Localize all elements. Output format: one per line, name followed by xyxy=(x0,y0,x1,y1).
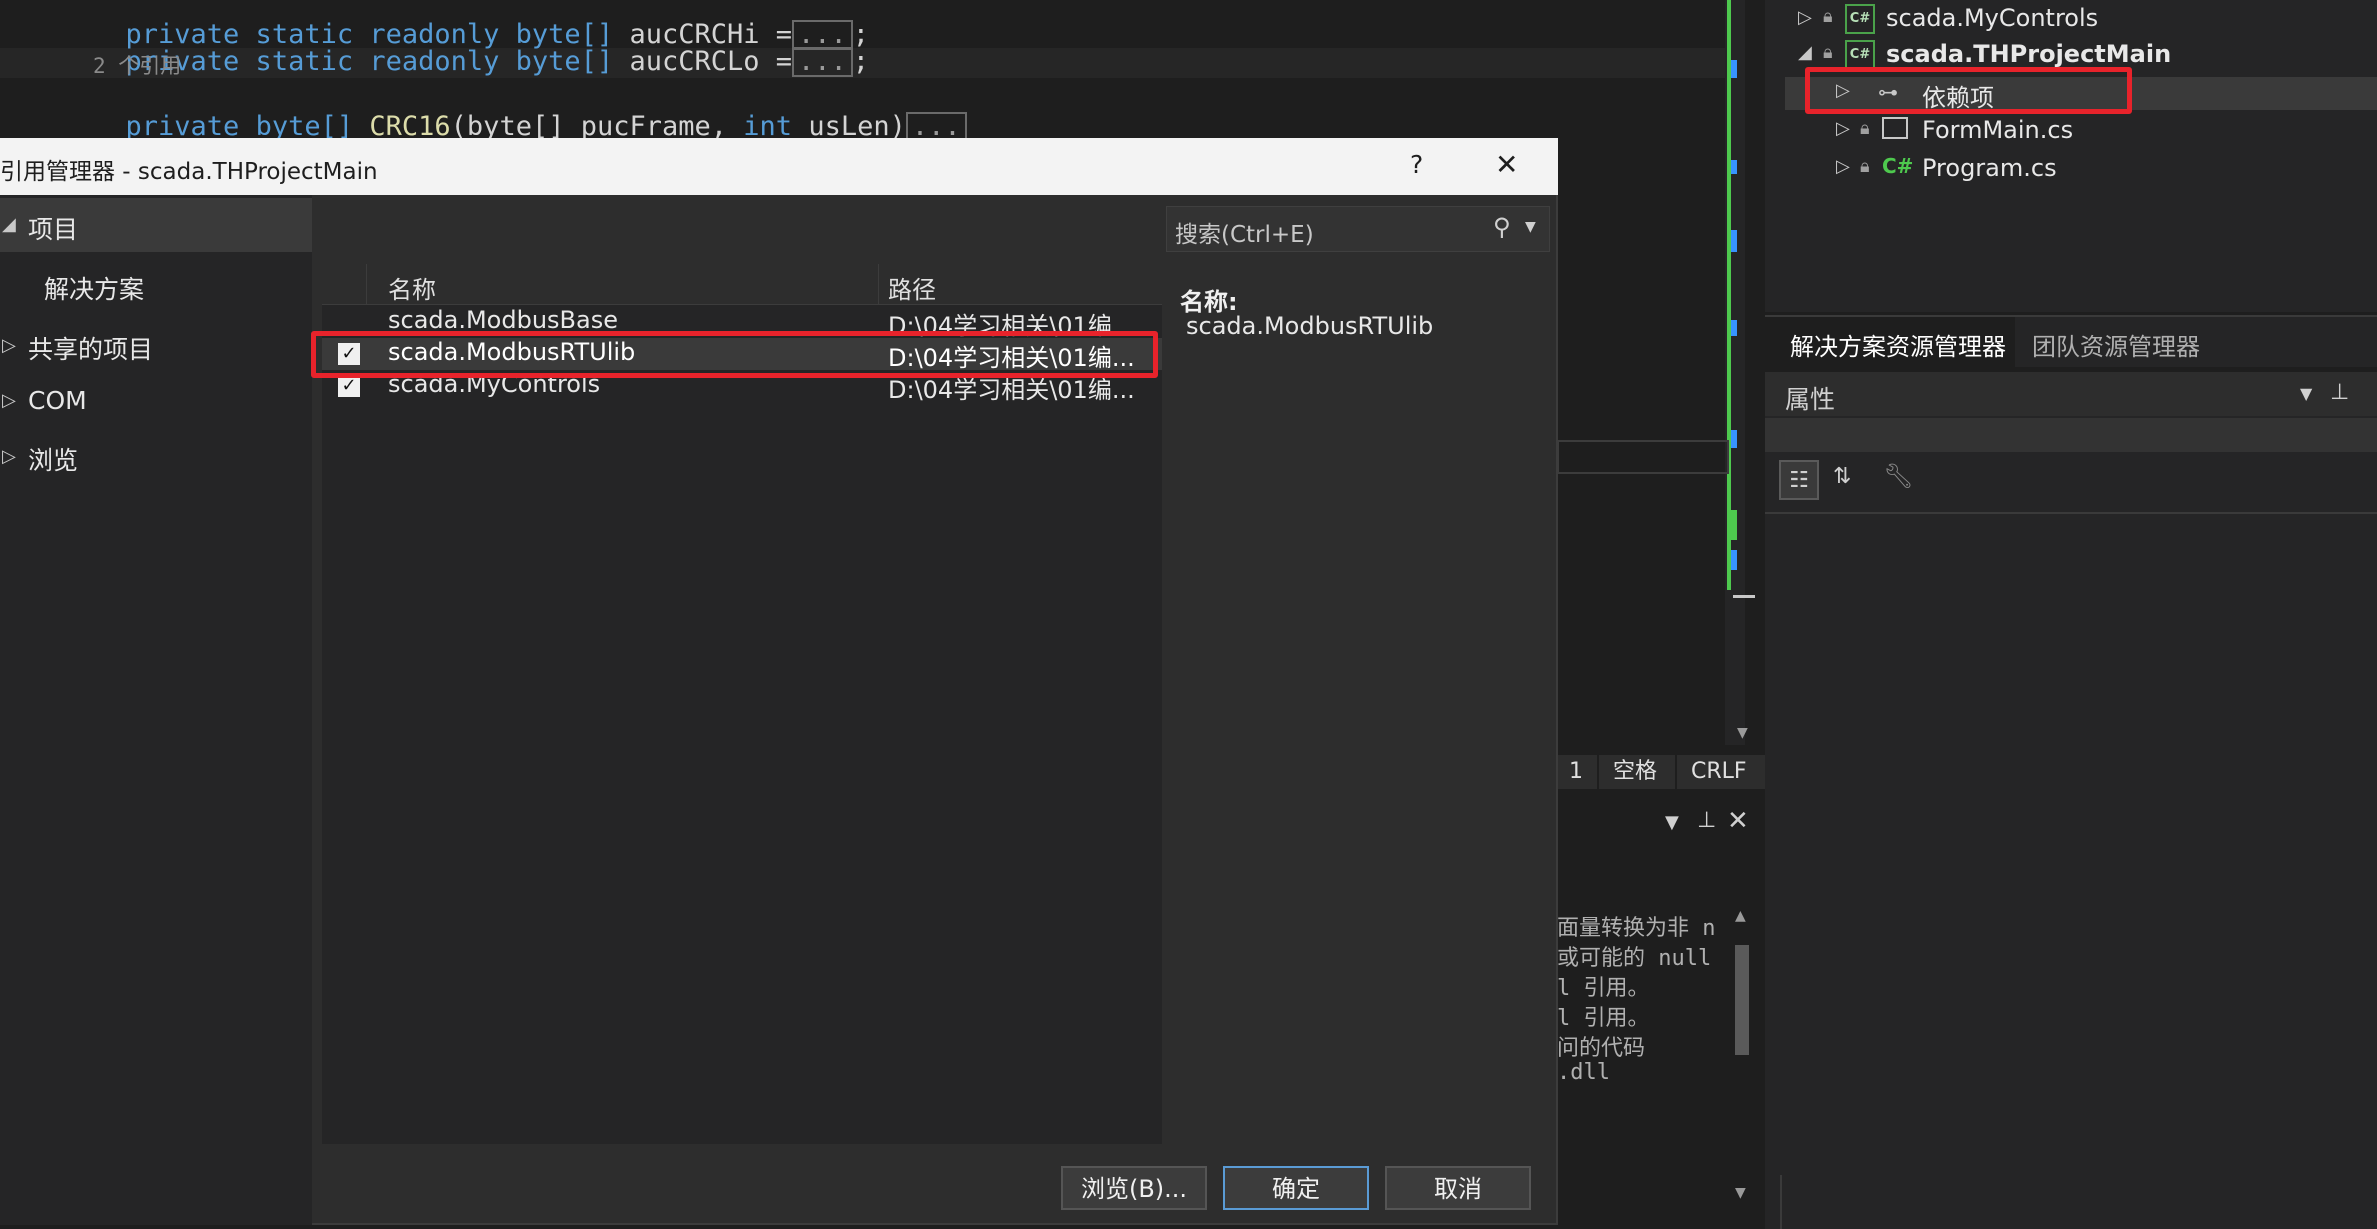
output-line: l 引用。 xyxy=(1557,1006,1650,1031)
properties-title: 属性 xyxy=(1785,385,1836,414)
expand-icon[interactable]: ▷ xyxy=(2,390,16,411)
object-selector[interactable] xyxy=(1765,418,2377,452)
cancel-button[interactable]: 取消 xyxy=(1385,1166,1531,1210)
form-icon xyxy=(1882,117,1908,139)
search-placeholder: 搜索(Ctrl+E) xyxy=(1175,222,1314,248)
expand-icon[interactable]: ▷ xyxy=(1836,118,1850,139)
scroll-down-icon[interactable]: ▼ xyxy=(1735,1185,1746,1201)
column-divider xyxy=(878,264,879,304)
dialog-title: 引用管理器 - scada.THProjectMain xyxy=(0,159,378,185)
status-indentation[interactable]: 空格 xyxy=(1597,755,1671,789)
scrollbar-thumb[interactable] xyxy=(1733,595,1755,598)
expand-icon[interactable]: ▷ xyxy=(1836,156,1850,177)
collapse-icon[interactable]: ◢ xyxy=(1798,42,1812,63)
tree-item-thprojectmain[interactable]: scada.THProjectMain xyxy=(1886,40,2171,68)
dialog-title-bar[interactable]: 引用管理器 - scada.THProjectMain ? ✕ xyxy=(0,138,1558,195)
code-line-3[interactable]: private byte[] CRC16(byte[] pucFrame, in… xyxy=(93,80,967,142)
list-header: 名称 路径 xyxy=(322,264,1162,305)
pin-icon[interactable]: ⊥ xyxy=(1697,808,1716,833)
sort-alpha-icon[interactable]: ⇅ xyxy=(1833,464,1851,489)
nav-browse[interactable]: 浏览 xyxy=(28,441,78,477)
close-button[interactable]: ✕ xyxy=(1495,148,1518,181)
browse-button[interactable]: 浏览(B)... xyxy=(1061,1166,1207,1210)
tree-item-mycontrols[interactable]: scada.MyControls xyxy=(1886,4,2098,32)
code-line-2[interactable]: private static readonly byte[] aucCRCLo … xyxy=(93,15,869,77)
divider xyxy=(1765,512,2377,514)
detail-value: scada.ModbusRTUlib xyxy=(1186,312,1434,340)
editor-find-box[interactable] xyxy=(1557,440,1729,474)
tab-solution-explorer[interactable]: 解决方案资源管理器 xyxy=(1790,327,2006,362)
output-line: .dll xyxy=(1557,1060,1610,1085)
expand-icon[interactable]: ▷ xyxy=(2,446,16,467)
output-line: 或可能的 null xyxy=(1557,946,1712,971)
wrench-icon[interactable]: 🔧︎ xyxy=(1883,462,1913,490)
scroll-down-icon[interactable]: ▼ xyxy=(1737,725,1748,741)
properties-panel: 属性 ▼ ⊥ ☷ ⇅ 🔧︎ xyxy=(1765,372,2377,1229)
column-divider xyxy=(366,264,367,304)
search-input[interactable]: 搜索(Ctrl+E) ⚲ ▼ xyxy=(1166,206,1550,252)
code-identifier: aucCRCLo = xyxy=(613,46,792,77)
column-name[interactable]: 名称 xyxy=(388,270,436,305)
divider xyxy=(1780,1175,1782,1229)
code-semicolon: ; xyxy=(852,46,870,77)
nav-solution[interactable]: 解决方案 xyxy=(44,270,144,306)
output-line: 面量转换为非 n xyxy=(1557,916,1716,941)
row-name: scada.ModbusBase xyxy=(388,306,618,334)
output-line: l 引用。 xyxy=(1557,976,1650,1001)
column-path[interactable]: 路径 xyxy=(888,270,936,305)
reference-checkbox[interactable]: ✓ xyxy=(338,375,360,397)
properties-header xyxy=(1765,372,2377,416)
csharp-file-icon: C# xyxy=(1882,154,1914,178)
chevron-down-icon[interactable]: ▼ xyxy=(1525,219,1536,235)
dropdown-icon[interactable]: ▼ xyxy=(2300,384,2312,403)
nav-com[interactable]: COM xyxy=(28,386,87,415)
code-keyword: private static readonly byte[] xyxy=(125,46,614,77)
collapsed-block[interactable]: ... xyxy=(792,47,853,77)
panel-dropdown-icon[interactable]: ▼ xyxy=(1665,812,1679,833)
status-eol[interactable]: CRLF xyxy=(1675,755,1761,789)
csharp-project-icon: C# xyxy=(1845,40,1875,70)
lock-icon: 🔒︎ xyxy=(1823,42,1833,63)
highlight-box xyxy=(1805,67,2132,114)
nav-project[interactable]: 项目 xyxy=(28,210,78,246)
help-button[interactable]: ? xyxy=(1410,150,1423,179)
output-scrollbar-thumb[interactable] xyxy=(1735,945,1749,1055)
ok-button[interactable]: 确定 xyxy=(1223,1166,1369,1210)
csharp-project-icon: C# xyxy=(1845,4,1875,34)
pin-icon[interactable]: ⊥ xyxy=(2330,380,2349,405)
collapse-icon[interactable]: ◢ xyxy=(2,214,16,235)
status-line-ending[interactable]: 1 xyxy=(1555,755,1597,789)
search-icon[interactable]: ⚲ xyxy=(1493,213,1511,241)
expand-icon[interactable]: ▷ xyxy=(2,335,16,356)
editor-status-bar: 1 空格 CRLF xyxy=(1555,755,1765,789)
close-icon[interactable]: ✕ xyxy=(1727,806,1749,836)
tab-team-explorer[interactable]: 团队资源管理器 xyxy=(2032,327,2200,362)
lock-icon: 🔒︎ xyxy=(1823,6,1833,27)
tree-item-formmain[interactable]: FormMain.cs xyxy=(1922,116,2073,144)
categorized-icon[interactable]: ☷ xyxy=(1779,460,1819,500)
reference-count[interactable]: 2 个引用 xyxy=(93,50,181,80)
lock-icon: 🔒︎ xyxy=(1860,118,1870,139)
solution-tabs: 解决方案资源管理器 团队资源管理器 xyxy=(1765,315,2377,367)
highlight-box xyxy=(311,331,1158,378)
expand-icon[interactable]: ▷ xyxy=(1798,7,1812,28)
nav-shared-projects[interactable]: 共享的项目 xyxy=(28,330,153,366)
scroll-up-icon[interactable]: ▲ xyxy=(1735,908,1746,924)
tree-item-program[interactable]: Program.cs xyxy=(1922,154,2057,182)
lock-icon: 🔒︎ xyxy=(1860,156,1870,177)
change-indicator-bar xyxy=(1727,0,1731,590)
output-line: 问的代码 xyxy=(1557,1036,1646,1061)
